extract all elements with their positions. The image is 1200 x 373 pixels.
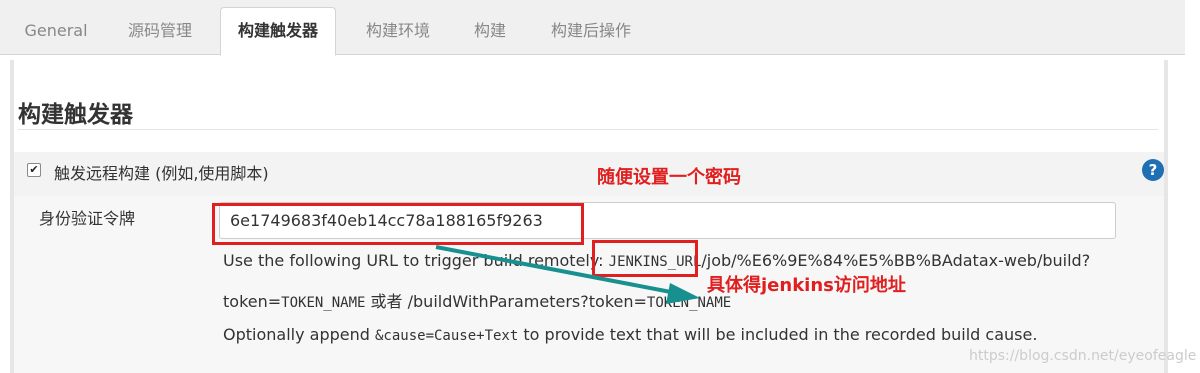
watermark: https://blog.csdn.net/eyeofeagle [969, 348, 1197, 364]
arrow-line [435, 245, 677, 295]
arrow-head [666, 283, 700, 304]
token-annotation: 随便设置一个密码 [597, 167, 741, 188]
url-annotation: 具体得jenkins访问地址 [707, 275, 906, 296]
